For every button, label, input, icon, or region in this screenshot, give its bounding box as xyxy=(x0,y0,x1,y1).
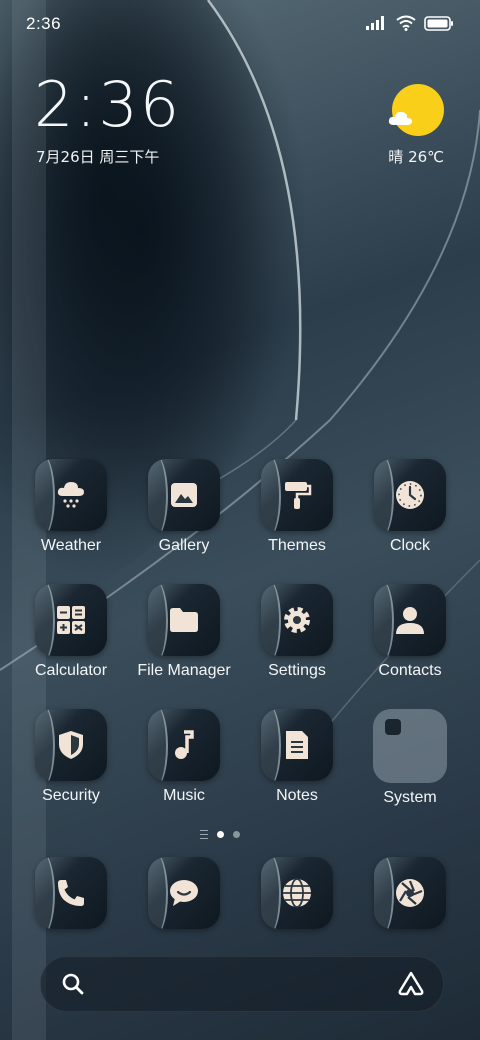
app-clock[interactable]: Clock xyxy=(355,459,465,555)
dock-messages[interactable] xyxy=(129,857,239,929)
dock-camera[interactable] xyxy=(355,857,465,929)
calculator-icon xyxy=(57,606,85,634)
note-icon xyxy=(286,731,308,759)
battery-icon xyxy=(424,15,453,31)
app-icon-gallery xyxy=(148,459,220,531)
app-icon-calculator xyxy=(35,584,107,656)
app-weather[interactable]: Weather xyxy=(16,459,126,555)
app-icon-weather xyxy=(35,459,107,531)
search-icon xyxy=(62,973,84,995)
app-label: System xyxy=(383,789,437,806)
app-label: Calculator xyxy=(34,662,108,679)
app-icon-security xyxy=(35,709,107,781)
image-icon xyxy=(171,483,197,507)
dock-browser[interactable] xyxy=(242,857,352,929)
app-icon-messages xyxy=(148,857,220,929)
app-label: Weather xyxy=(40,537,102,554)
app-themes[interactable]: Themes xyxy=(242,459,352,555)
app-label: Notes xyxy=(276,787,318,804)
app-contacts[interactable]: Contacts xyxy=(355,584,465,680)
phone-icon xyxy=(58,880,84,906)
signal-icon xyxy=(366,16,384,30)
app-music[interactable]: Music xyxy=(129,709,239,805)
assistant-icon[interactable] xyxy=(397,971,425,997)
aperture-icon xyxy=(396,879,424,907)
app-calculator[interactable]: Calculator xyxy=(16,584,126,680)
app-security[interactable]: Security xyxy=(16,709,126,805)
folder-icon-system xyxy=(373,709,447,783)
gear-icon xyxy=(284,607,310,633)
weather-text: 晴 26℃ xyxy=(388,148,444,166)
app-label: Settings xyxy=(268,662,326,679)
clock-widget-time[interactable]: 2:36 xyxy=(34,74,181,136)
app-label: Gallery xyxy=(158,537,210,554)
dock-phone[interactable] xyxy=(16,857,126,929)
status-bar: 2:36 xyxy=(0,0,480,50)
app-icon-music xyxy=(148,709,220,781)
app-label: Clock xyxy=(389,537,430,554)
folder-icon xyxy=(170,608,198,632)
clock-widget-date: 7月26日 周三下午 xyxy=(36,148,160,166)
app-gallery[interactable]: Gallery xyxy=(129,459,239,555)
shield-icon xyxy=(59,731,83,759)
app-notes[interactable]: Notes xyxy=(242,709,352,805)
folder-mini-app-icon xyxy=(385,719,401,735)
app-label: Security xyxy=(42,787,100,804)
weather-widget[interactable]: 晴 26℃ xyxy=(384,82,444,166)
wifi-icon xyxy=(396,15,416,31)
person-icon xyxy=(396,607,424,634)
app-icon-camera xyxy=(374,857,446,929)
cloud-icon xyxy=(388,111,413,125)
app-icon-file-manager xyxy=(148,584,220,656)
page-dot-active xyxy=(217,831,224,838)
app-icon-browser xyxy=(261,857,333,929)
app-icon-notes xyxy=(261,709,333,781)
app-settings[interactable]: Settings xyxy=(242,584,352,680)
paint-roller-icon xyxy=(285,482,312,509)
app-label: Themes xyxy=(268,537,326,554)
app-icon-phone xyxy=(35,857,107,929)
status-icons xyxy=(366,15,454,31)
snow-cloud-icon xyxy=(57,482,84,508)
folder-system[interactable]: System xyxy=(355,709,465,807)
app-icon-themes xyxy=(261,459,333,531)
chat-bubble-icon xyxy=(170,880,198,906)
app-drawer-indicator-icon xyxy=(200,830,208,839)
status-time: 2:36 xyxy=(26,14,62,33)
app-file-manager[interactable]: File Manager xyxy=(129,584,239,680)
app-label: File Manager xyxy=(137,662,231,679)
app-icon-clock xyxy=(374,459,446,531)
search-bar[interactable] xyxy=(40,956,444,1012)
app-label: Music xyxy=(163,787,205,804)
app-label: Contacts xyxy=(378,662,442,679)
globe-icon xyxy=(283,878,311,908)
page-indicator[interactable] xyxy=(200,830,240,839)
page-dot xyxy=(233,831,240,838)
music-note-icon xyxy=(175,730,194,759)
app-icon-settings xyxy=(261,584,333,656)
clock-icon xyxy=(396,481,424,509)
app-icon-contacts xyxy=(374,584,446,656)
